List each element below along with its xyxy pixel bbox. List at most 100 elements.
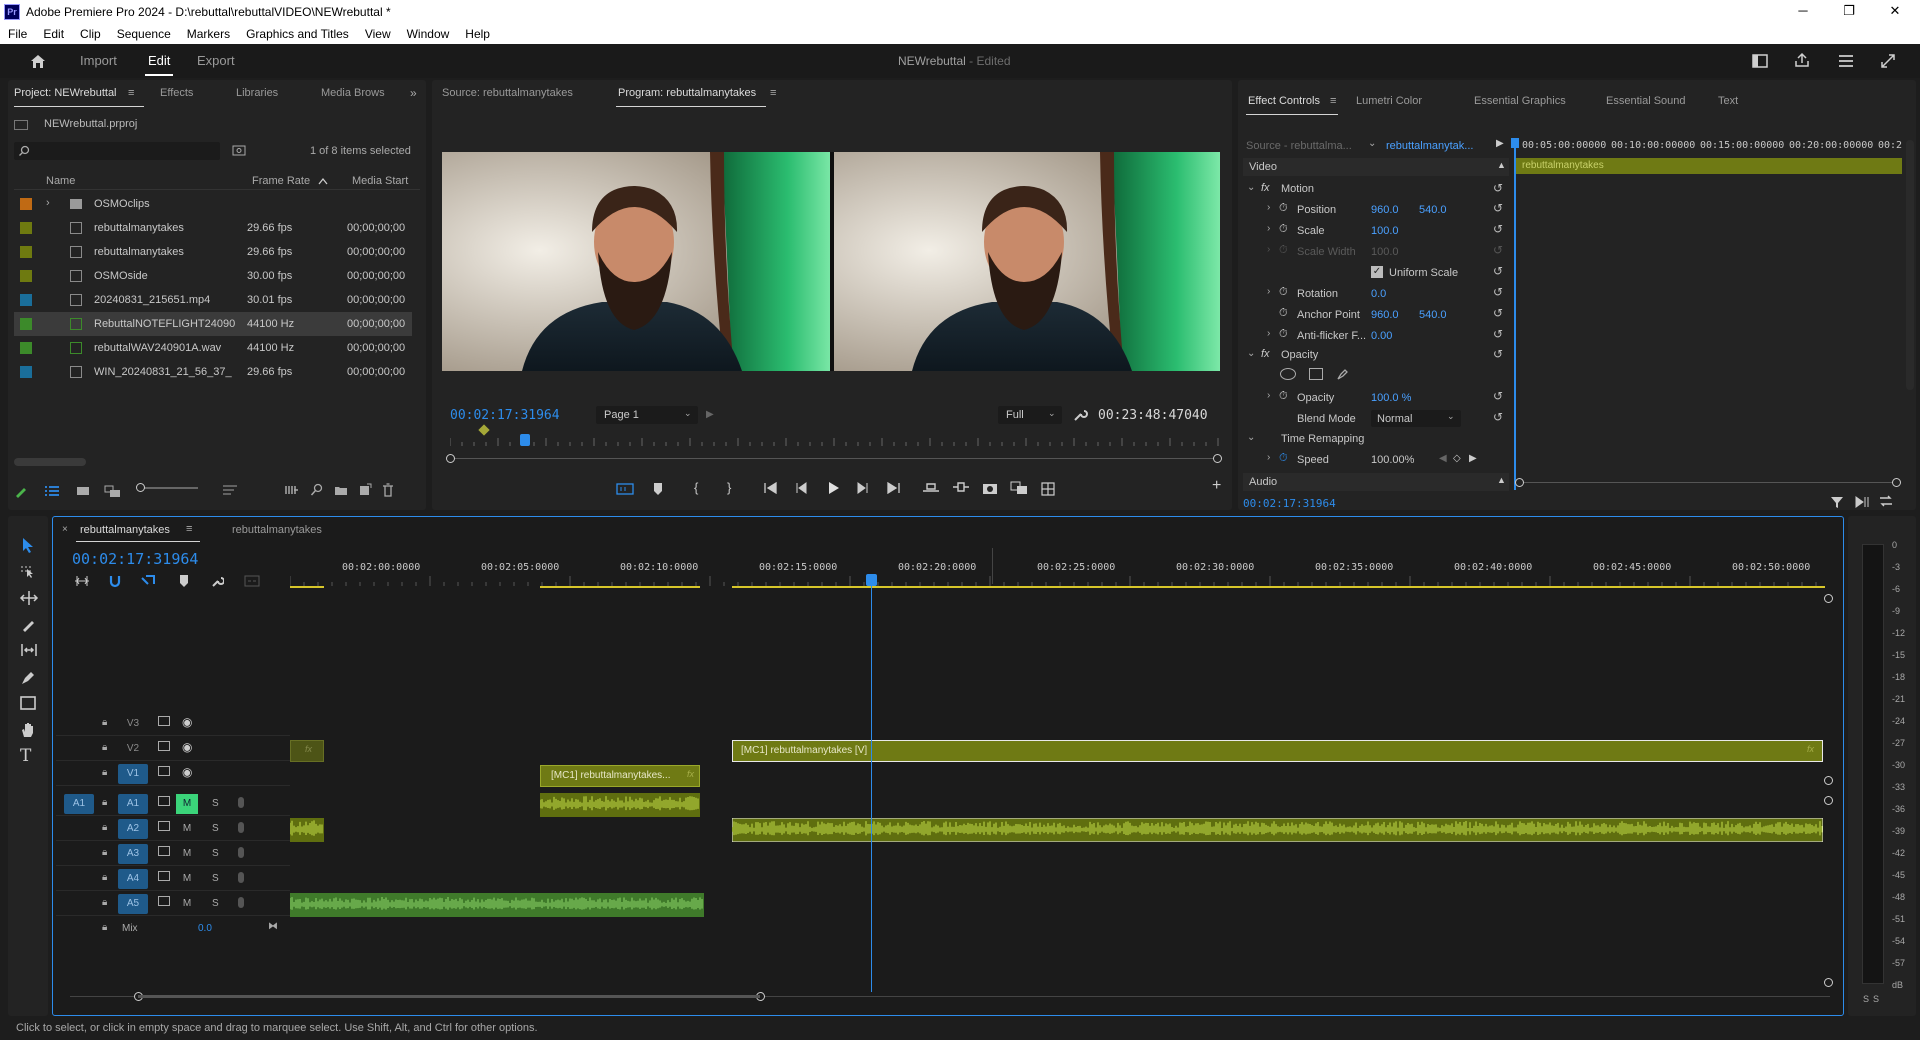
ec-reset-icon[interactable]: ↺: [1493, 285, 1503, 299]
go-to-out-icon[interactable]: [886, 482, 900, 494]
panel-layout-icon[interactable]: [1752, 54, 1768, 68]
mix-pan-icon[interactable]: ⧓: [268, 921, 278, 932]
comparison-icon[interactable]: [1010, 481, 1028, 495]
list-item[interactable]: rebuttalWAV240901A.wav 44100 Hz 00;00;00;0…: [14, 336, 412, 360]
clear-icon[interactable]: [382, 483, 394, 497]
find-icon[interactable]: [310, 483, 324, 497]
ec-reset-icon[interactable]: ↺: [1493, 347, 1503, 361]
lock-icon[interactable]: 🔒︎: [102, 822, 107, 833]
ellipse-mask-icon[interactable]: [1280, 368, 1296, 380]
ec-motion-reset-icon[interactable]: ↺: [1493, 181, 1503, 195]
blend-mode-select[interactable]: Normal ⌄: [1371, 410, 1461, 427]
automate-to-sequence-icon[interactable]: [284, 484, 300, 496]
ec-reset-icon[interactable]: ↺: [1493, 264, 1503, 278]
project-panel-menu-icon[interactable]: ≡: [128, 87, 134, 99]
list-item[interactable]: › OSMOclips: [14, 192, 412, 216]
ec-audio-collapse-icon[interactable]: ▲: [1497, 475, 1506, 485]
zoom-slider[interactable]: [138, 487, 198, 489]
tab-source-monitor[interactable]: Source: rebuttalmanytakes: [442, 87, 573, 99]
workspaces-menu-icon[interactable]: [1838, 54, 1854, 68]
ec-vertical-scrollbar[interactable]: [1906, 140, 1914, 390]
go-to-in-icon[interactable]: [764, 482, 778, 494]
timeline-playhead[interactable]: [866, 574, 877, 586]
menu-sequence[interactable]: Sequence: [109, 24, 179, 44]
track-target-v3[interactable]: V3: [118, 718, 148, 729]
extract-icon[interactable]: [952, 481, 970, 495]
label-color-chip[interactable]: [20, 198, 32, 210]
clip-v1-multicam[interactable]: [MC1] rebuttalmanytakes... fx: [540, 765, 700, 787]
menu-clip[interactable]: Clip: [72, 24, 109, 44]
restore-button[interactable]: ❐: [1826, 0, 1872, 24]
type-tool-icon[interactable]: T: [20, 746, 31, 766]
track-target-a4[interactable]: A4: [118, 869, 148, 889]
timeline-settings-icon[interactable]: [210, 574, 224, 588]
solo-left-button[interactable]: S: [1863, 994, 1869, 1004]
play-audio-only-icon[interactable]: [1854, 495, 1870, 509]
program-playhead[interactable]: [520, 434, 531, 446]
pen-mask-icon[interactable]: [1336, 367, 1350, 381]
lift-icon[interactable]: [922, 481, 940, 495]
microphone-icon[interactable]: [238, 897, 244, 908]
sort-ascending-icon[interactable]: [318, 177, 328, 185]
mute-button[interactable]: M: [176, 819, 198, 839]
list-view-icon[interactable]: [44, 485, 60, 497]
new-bin-icon[interactable]: [334, 484, 348, 496]
microphone-icon[interactable]: [238, 797, 244, 808]
new-search-bin-icon[interactable]: [232, 144, 246, 156]
sync-lock-icon[interactable]: [158, 896, 170, 906]
track-target-v1[interactable]: V1: [118, 764, 148, 784]
list-item[interactable]: rebuttalmanytakes 29.66 fps 00;00;00;00: [14, 216, 412, 240]
uniform-scale-checkbox[interactable]: ✓: [1371, 266, 1383, 278]
ec-reset-icon[interactable]: ↺: [1493, 327, 1503, 341]
timeline-timecode[interactable]: 00:02:17:31964: [72, 550, 198, 568]
ec-opacity-value[interactable]: 100.0 %: [1371, 392, 1411, 404]
microphone-icon[interactable]: [238, 872, 244, 883]
stopwatch-icon[interactable]: ⏱: [1279, 452, 1288, 465]
ec-anchor-x[interactable]: 960.0: [1371, 309, 1399, 321]
linked-selection-icon[interactable]: [140, 574, 156, 588]
zoom-left-handle[interactable]: [446, 454, 455, 463]
ec-time-remap-expand-icon[interactable]: ⌄: [1247, 432, 1255, 443]
sequence-menu-icon[interactable]: ≡: [186, 523, 192, 535]
stopwatch-icon[interactable]: ⏱: [1279, 390, 1288, 403]
lock-icon[interactable]: 🔒︎: [102, 872, 107, 883]
ec-video-collapse-icon[interactable]: ▲: [1497, 160, 1506, 170]
ec-expand-icon[interactable]: ›: [1267, 390, 1270, 401]
program-video-frame[interactable]: [442, 152, 1220, 371]
lock-icon[interactable]: 🔒︎: [102, 717, 107, 728]
menu-markers[interactable]: Markers: [179, 24, 238, 44]
solo-button[interactable]: S: [212, 823, 219, 834]
tab-export[interactable]: Export: [197, 53, 235, 68]
search-input[interactable]: [14, 142, 220, 160]
slip-tool-icon[interactable]: [19, 642, 39, 658]
tab-sequence-active[interactable]: rebuttalmanytakes: [80, 524, 170, 536]
video-scroll-bottom-handle[interactable]: [1824, 776, 1833, 785]
stopwatch-icon[interactable]: ⏱: [1279, 286, 1288, 299]
playback-resolution-select[interactable]: Full ⌄: [998, 406, 1062, 424]
add-keyframe-icon[interactable]: ◇: [1453, 453, 1461, 464]
microphone-icon[interactable]: [238, 847, 244, 858]
mix-value[interactable]: 0.0: [198, 923, 212, 934]
clip-a1-audio[interactable]: [540, 793, 700, 817]
ec-speed-value[interactable]: 100.00%: [1371, 454, 1414, 466]
mute-button[interactable]: M: [176, 844, 198, 864]
list-item[interactable]: rebuttalmanytakes 29.66 fps 00;00;00;00: [14, 240, 412, 264]
label-color-chip[interactable]: [20, 246, 32, 258]
snap-icon[interactable]: [108, 574, 122, 588]
stopwatch-icon[interactable]: ⏱: [1279, 223, 1288, 236]
lock-icon[interactable]: 🔒︎: [102, 767, 107, 778]
track-target-a3[interactable]: A3: [118, 844, 148, 864]
multicam-icon[interactable]: [1040, 481, 1056, 497]
nest-icon[interactable]: [74, 574, 90, 588]
lock-icon[interactable]: 🔒︎: [102, 847, 107, 858]
audio-scroll-top-handle[interactable]: [1824, 796, 1833, 805]
sync-lock-icon[interactable]: [158, 871, 170, 881]
clip-v2-multicam[interactable]: [MC1] rebuttalmanytakes [V] fx: [732, 740, 1823, 762]
solo-button[interactable]: S: [212, 798, 219, 809]
ec-position-x[interactable]: 960.0: [1371, 204, 1399, 216]
ec-anchor-y[interactable]: 540.0: [1419, 309, 1447, 321]
new-item-icon[interactable]: [358, 483, 372, 497]
prev-keyframe-icon[interactable]: ◀: [1439, 453, 1447, 464]
toggle-looping-icon[interactable]: [1878, 494, 1894, 508]
tab-lumetri-color[interactable]: Lumetri Color: [1356, 95, 1422, 107]
